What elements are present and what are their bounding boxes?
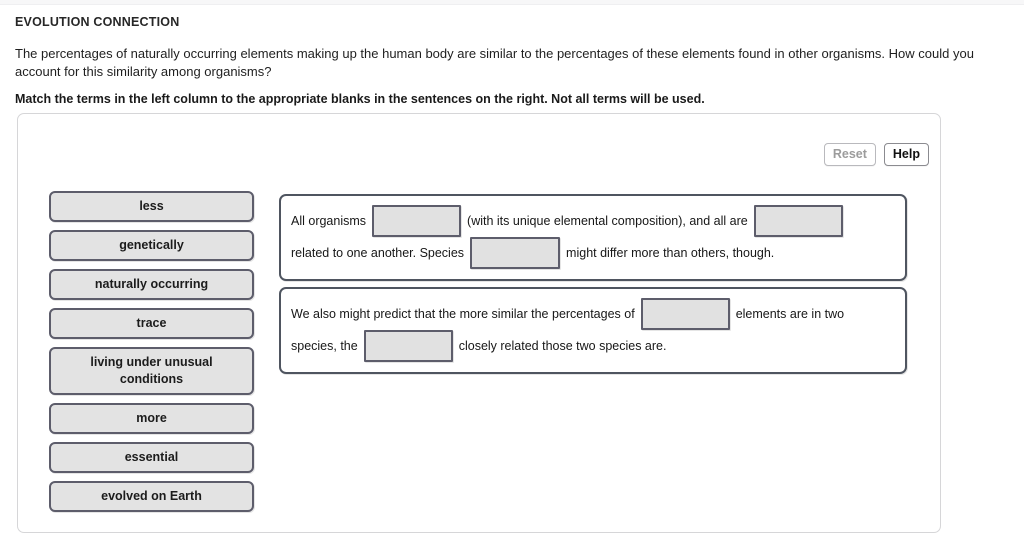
drop-blank-5[interactable] [363,330,453,362]
sentence-text: might differ more than others, though. [566,246,775,260]
term-tile[interactable]: less [49,191,254,222]
sentence-text: (with its unique elemental composition),… [467,214,748,228]
sentence-text: related to one another. Species [291,246,465,260]
section-title: EVOLUTION CONNECTION [15,15,180,29]
help-button[interactable]: Help [883,143,929,166]
activity-container: Reset Help less genetically naturally oc… [17,113,941,533]
toolbar: Reset Help [823,143,929,166]
sentence-text: species, the [291,339,358,353]
sentence-text: closely related those two species are. [458,339,667,353]
sentence-text: All organisms [291,214,367,228]
reset-button[interactable]: Reset [823,143,876,166]
terms-column: less genetically naturally occurring tra… [49,191,254,512]
sentence-line: We also might predict that the more simi… [291,298,895,330]
term-tile[interactable]: genetically [49,230,254,261]
term-tile[interactable]: living under unusual conditions [49,347,254,395]
sentence-line: All organisms (with its unique elemental… [291,205,895,237]
drop-blank-1[interactable] [372,205,462,237]
sentence-line: species, the closely related those two s… [291,330,895,362]
sentence-panel-1: All organisms (with its unique elemental… [279,194,907,281]
term-tile[interactable]: evolved on Earth [49,481,254,512]
drop-blank-2[interactable] [753,205,843,237]
drop-blank-4[interactable] [640,298,730,330]
term-tile[interactable]: naturally occurring [49,269,254,300]
term-tile[interactable]: essential [49,442,254,473]
sentence-text: elements are in two [735,307,845,321]
term-tile[interactable]: more [49,403,254,434]
term-tile[interactable]: trace [49,308,254,339]
prompt-text: The percentages of naturally occurring e… [15,46,974,79]
activity-page: EVOLUTION CONNECTION The percentages of … [0,5,1024,542]
sentence-line: related to one another. Species might di… [291,237,895,269]
sentences-column: All organisms (with its unique elemental… [279,194,907,374]
drop-blank-3[interactable] [470,237,561,269]
instruction-text: Match the terms in the left column to th… [15,92,705,106]
sentence-text: We also might predict that the more simi… [291,307,635,321]
sentence-panel-2: We also might predict that the more simi… [279,287,907,374]
